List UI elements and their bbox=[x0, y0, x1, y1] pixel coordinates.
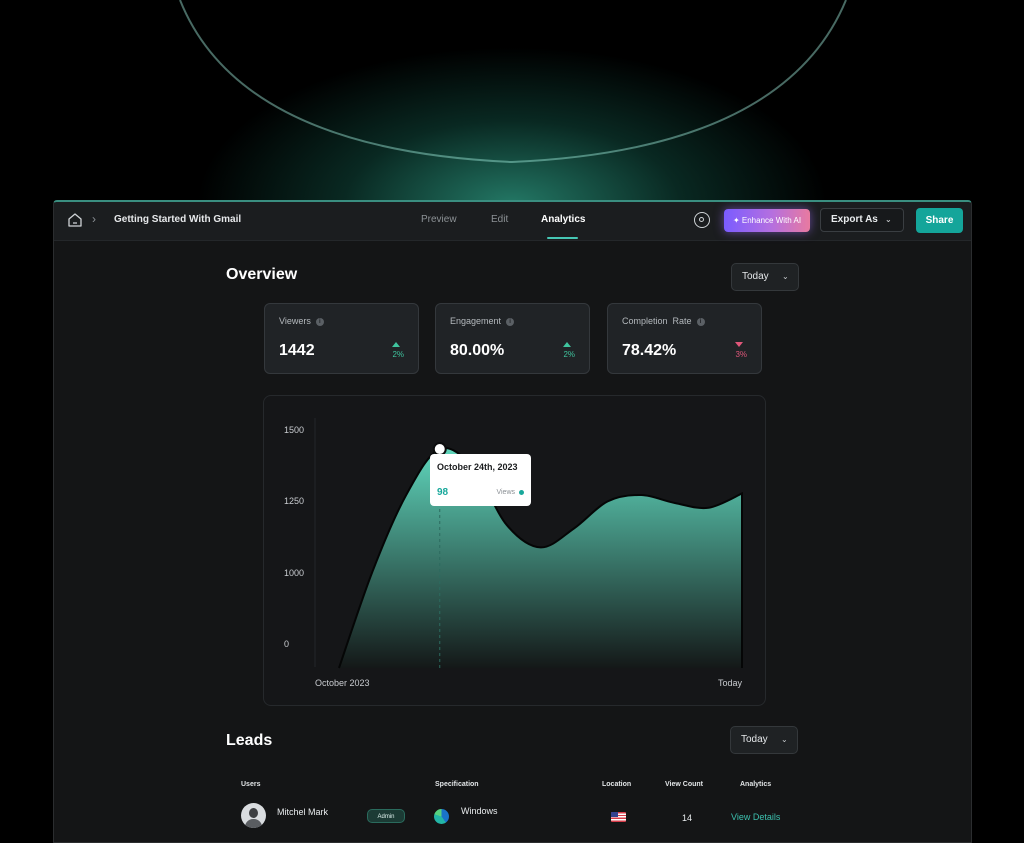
sparkle-icon: ✦ bbox=[732, 216, 742, 225]
enhance-label: Enhance With AI bbox=[741, 216, 802, 225]
trend-percent: 3% bbox=[735, 350, 747, 359]
overview-range-label: Today bbox=[742, 271, 769, 282]
stat-value: 78.42% bbox=[622, 342, 677, 359]
info-icon[interactable]: i bbox=[696, 317, 705, 326]
chevron-down-icon: ⌄ bbox=[781, 735, 788, 744]
chevron-down-icon: ⌄ bbox=[782, 272, 789, 281]
column-header-users: Users bbox=[241, 781, 261, 788]
info-icon[interactable]: i bbox=[506, 317, 515, 326]
avatar bbox=[241, 803, 266, 828]
leads-range-dropdown[interactable]: Today ⌄ bbox=[730, 726, 798, 754]
view-details-link[interactable]: View Details bbox=[731, 812, 780, 822]
export-as-button[interactable]: Export As ⌄ bbox=[820, 208, 904, 232]
info-icon[interactable]: i bbox=[315, 317, 324, 326]
y-tick-label: 1000 bbox=[284, 568, 304, 578]
enhance-with-ai-button[interactable]: ✦ Enhance With AI bbox=[724, 209, 810, 232]
trend-up-icon bbox=[392, 342, 400, 347]
stat-label-wrap: Engagement i bbox=[450, 316, 515, 326]
trend-down-icon bbox=[735, 342, 743, 347]
y-tick-label: 0 bbox=[284, 639, 289, 649]
stat-label: Engagement bbox=[450, 316, 502, 326]
column-header-specification: Specification bbox=[435, 781, 479, 788]
series-dot-icon bbox=[519, 490, 524, 495]
us-flag-icon bbox=[611, 812, 626, 822]
stat-card-viewers: Viewers i 1442 2% bbox=[264, 303, 419, 374]
trend-indicator: 2% bbox=[384, 342, 404, 359]
stat-label-wrap: Viewers i bbox=[279, 316, 324, 326]
trend-indicator: 3% bbox=[727, 342, 747, 359]
tab-analytics[interactable]: Analytics bbox=[541, 214, 585, 225]
x-tick-label: Today bbox=[718, 678, 743, 688]
export-label: Export As bbox=[831, 214, 878, 225]
y-tick-label: 1250 bbox=[284, 496, 304, 506]
tooltip-date: October 24th, 2023 bbox=[437, 462, 518, 472]
tab-edit[interactable]: Edit bbox=[491, 214, 508, 225]
analytics-window: › Getting Started With Gmail Preview Edi… bbox=[53, 200, 972, 843]
glow-arc bbox=[179, 0, 847, 164]
stat-label: Viewers bbox=[279, 316, 311, 326]
active-tab-indicator bbox=[547, 237, 578, 239]
stat-label-wrap: Completion Rate i bbox=[622, 316, 705, 326]
tab-preview[interactable]: Preview bbox=[421, 214, 457, 225]
views-chart-card: 1500 1250 1000 0 October 2023 Today October … bbox=[263, 395, 766, 706]
edge-browser-icon bbox=[434, 809, 449, 824]
stat-card-completion-rate: Completion Rate i 78.42% 3% bbox=[607, 303, 762, 374]
leads-title: Leads bbox=[226, 732, 273, 749]
trend-up-icon bbox=[563, 342, 571, 347]
specification-os: Windows bbox=[461, 806, 498, 816]
role-badge: Admin bbox=[367, 809, 405, 823]
tooltip-label: Views bbox=[496, 489, 515, 496]
background-glow bbox=[0, 0, 1024, 205]
trend-percent: 2% bbox=[392, 350, 404, 359]
column-header-location: Location bbox=[602, 781, 632, 788]
chart-tooltip: October 24th, 2023 98 Views bbox=[430, 454, 531, 506]
overview-title: Overview bbox=[226, 266, 298, 283]
user-name: Mitchel Mark bbox=[277, 807, 329, 817]
series-area bbox=[339, 448, 742, 668]
stat-value: 1442 bbox=[279, 342, 315, 359]
stat-value: 80.00% bbox=[450, 342, 505, 359]
tooltip-value: 98 bbox=[437, 487, 449, 498]
y-tick-label: 1500 bbox=[284, 425, 304, 435]
overview-range-dropdown[interactable]: Today ⌄ bbox=[731, 263, 799, 291]
trend-percent: 2% bbox=[563, 350, 575, 359]
stat-card-engagement: Engagement i 80.00% 2% bbox=[435, 303, 590, 374]
chevron-down-icon: ⌄ bbox=[885, 215, 892, 224]
trend-indicator: 2% bbox=[555, 342, 575, 359]
views-area-chart: 1500 1250 1000 0 October 2023 Today bbox=[284, 418, 743, 688]
share-button[interactable]: Share bbox=[916, 208, 963, 233]
x-tick-label: October 2023 bbox=[315, 678, 370, 688]
settings-icon[interactable] bbox=[694, 212, 710, 228]
column-header-view-count: View Count bbox=[665, 781, 703, 788]
top-bar: › Getting Started With Gmail Preview Edi… bbox=[54, 202, 971, 241]
leads-range-label: Today bbox=[741, 734, 768, 745]
stat-label: Completion Rate bbox=[622, 316, 692, 326]
column-header-analytics: Analytics bbox=[740, 781, 772, 788]
view-count: 14 bbox=[682, 813, 693, 823]
